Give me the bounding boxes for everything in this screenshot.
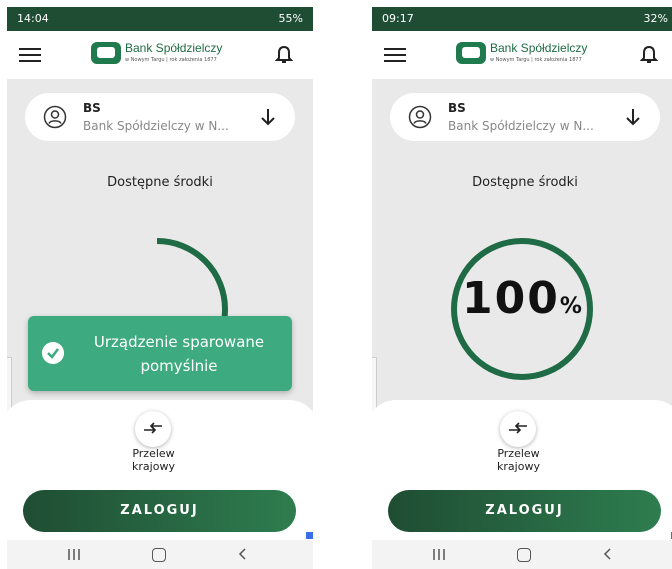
domestic-transfer-label: Przelew krajowy — [471, 447, 566, 473]
hamburger-menu-icon[interactable] — [384, 48, 406, 62]
status-time: 09:17 — [382, 12, 414, 25]
bottom-sheet: Przelew krajowy ZALOGUJ — [7, 400, 313, 540]
status-time: 14:04 — [17, 12, 49, 25]
login-button[interactable]: ZALOGUJ — [388, 490, 661, 532]
phone-screen-left: 14:04 55% Bank Spółdzielczy w Nowym Targ… — [7, 7, 313, 569]
login-button[interactable]: ZALOGUJ — [23, 490, 296, 532]
back-icon[interactable] — [602, 548, 614, 560]
toast-message: Urządzenie sparowane pomyślnie — [72, 330, 286, 378]
account-selector[interactable]: BS Bank Spółdzielczy w N... — [390, 93, 660, 141]
status-battery: 32% — [643, 12, 668, 25]
status-bar: 09:17 32% — [372, 7, 672, 31]
domestic-transfer-button[interactable] — [135, 411, 171, 447]
system-nav-bar — [7, 540, 313, 569]
recent-apps-icon[interactable] — [67, 549, 81, 560]
account-subtitle: Bank Spółdzielczy w N... — [448, 119, 594, 133]
bottom-sheet: Przelew krajowy ZALOGUJ — [372, 400, 672, 540]
bank-tagline: w Nowym Targu | rok założenia 1877 — [125, 57, 217, 63]
available-funds-label: Dostępne środki — [472, 175, 578, 190]
transfer-label-line-1: Przelew — [497, 447, 540, 460]
domestic-transfer-button[interactable] — [500, 411, 536, 447]
transfer-label-line-2: krajowy — [497, 460, 540, 473]
bank-logo: Bank Spółdzielczy w Nowym Targu | rok za… — [91, 39, 239, 71]
user-icon — [43, 105, 67, 129]
toast-line-1: Urządzenie sparowane — [93, 333, 265, 351]
funds-percentage: 100% — [447, 273, 597, 324]
funds-percentage-value: 100 — [462, 273, 560, 324]
status-bar: 14:04 55% — [7, 7, 313, 31]
available-funds-label: Dostępne środki — [107, 175, 213, 190]
arrow-down-icon[interactable] — [259, 107, 277, 127]
user-icon — [408, 105, 432, 129]
logo-mark-icon — [91, 42, 121, 64]
bell-icon[interactable] — [640, 45, 658, 65]
recent-apps-icon[interactable] — [432, 549, 446, 560]
app-bar: Bank Spółdzielczy w Nowym Targu | rok za… — [7, 31, 313, 79]
app-bar: Bank Spółdzielczy w Nowym Targu | rok za… — [372, 31, 672, 79]
account-subtitle: Bank Spółdzielczy w N... — [83, 119, 229, 133]
status-battery: 55% — [278, 12, 303, 25]
logo-mark-icon — [456, 42, 486, 64]
bank-tagline: w Nowym Targu | rok założenia 1877 — [490, 57, 582, 63]
phone-screen-right: 09:17 32% Bank Spółdzielczy w Nowym Targ… — [372, 7, 672, 569]
funds-percentage-unit: % — [559, 294, 582, 319]
bank-name: Bank Spółdzielczy — [490, 41, 588, 55]
transfer-arrows-icon — [509, 422, 527, 434]
system-nav-bar — [372, 540, 672, 569]
pairing-success-toast: Urządzenie sparowane pomyślnie — [28, 316, 292, 391]
home-icon[interactable] — [152, 548, 166, 562]
domestic-transfer-label: Przelew krajowy — [106, 447, 201, 473]
transfer-label-line-2: krajowy — [132, 460, 175, 473]
ad-marker — [306, 532, 313, 539]
arrow-down-icon[interactable] — [624, 107, 642, 127]
bank-logo: Bank Spółdzielczy w Nowym Targu | rok za… — [456, 39, 604, 71]
toast-line-2: pomyślnie — [140, 357, 218, 375]
check-icon — [42, 342, 64, 364]
bank-name: Bank Spółdzielczy — [125, 41, 223, 55]
home-icon[interactable] — [517, 548, 531, 562]
account-title: BS — [448, 101, 466, 115]
back-icon[interactable] — [237, 548, 249, 560]
bell-icon[interactable] — [275, 45, 293, 65]
account-selector[interactable]: BS Bank Spółdzielczy w N... — [25, 93, 295, 141]
account-title: BS — [83, 101, 101, 115]
transfer-arrows-icon — [144, 422, 162, 434]
transfer-label-line-1: Przelew — [132, 447, 175, 460]
hamburger-menu-icon[interactable] — [19, 48, 41, 62]
